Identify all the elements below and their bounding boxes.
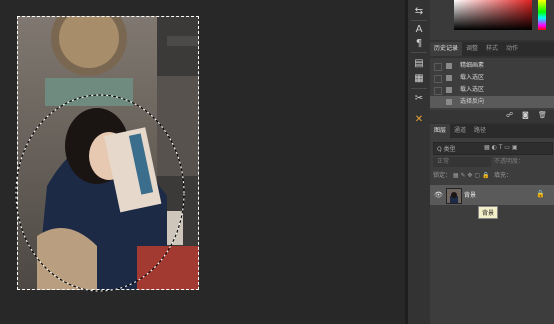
tab-styles[interactable]: 样式 xyxy=(482,42,502,56)
history-tabs: 历史记录 调整 样式 动作 xyxy=(430,42,554,56)
canvas-area[interactable] xyxy=(0,0,405,324)
history-checkbox[interactable] xyxy=(434,87,442,95)
layer-name[interactable]: 背景 xyxy=(464,190,476,199)
tab-actions[interactable]: 动作 xyxy=(502,42,522,56)
paragraph-icon[interactable]: ¶ xyxy=(412,36,426,50)
tab-history[interactable]: 历史记录 xyxy=(430,42,463,56)
tab-channels[interactable]: 通道 xyxy=(450,124,470,138)
tab-paths[interactable]: 路径 xyxy=(470,124,490,138)
history-list: 精细画素 载入选区 载入选区 选择反向 xyxy=(430,58,554,110)
photo-girl-with-book xyxy=(17,16,199,290)
adjust-icon[interactable]: ⇆ xyxy=(412,4,426,18)
tooltip: 背景 xyxy=(478,206,499,219)
history-step-icon xyxy=(446,99,452,105)
tab-layers[interactable]: 图层 xyxy=(430,124,451,138)
divider xyxy=(411,52,427,53)
history-item[interactable]: 载入选区 xyxy=(430,72,554,84)
history-checkbox[interactable] xyxy=(434,99,442,107)
lock-icon[interactable]: 🔒 xyxy=(536,190,545,198)
history-checkbox[interactable] xyxy=(434,63,442,71)
eye-icon[interactable]: 👁 xyxy=(434,191,443,199)
divider xyxy=(411,20,427,21)
history-step-icon xyxy=(446,75,452,81)
history-checkbox[interactable] xyxy=(434,75,442,83)
fill-label[interactable]: 填充： xyxy=(494,171,512,181)
hue-slider[interactable] xyxy=(538,0,546,30)
layer-filter[interactable]: Q 类型 ▦ ◐ T ▭ ▣ xyxy=(433,142,553,155)
panel-icon-strip: ⇆ A ¶ ▤ ▦ ✂ ✕ xyxy=(408,0,430,324)
snapshot-icon[interactable]: ☍ xyxy=(506,111,513,119)
history-item[interactable]: 精细画素 xyxy=(430,60,554,72)
camera-icon[interactable]: ◙ xyxy=(522,111,529,119)
layer-thumbnail xyxy=(446,188,462,204)
brush-settings-icon[interactable]: ✂ xyxy=(412,91,426,105)
history-label: 选择反向 xyxy=(460,98,485,105)
lock-label: 锁定： ▦ ✎ ✥ ▢ 🔒 xyxy=(433,172,490,179)
history-label: 精细画素 xyxy=(460,62,485,69)
history-footer: ☍ ◙ 🗑 xyxy=(430,110,554,122)
history-step-icon xyxy=(446,87,452,93)
filter-icons[interactable]: ▦ ◐ T ▭ ▣ xyxy=(484,144,518,151)
properties-icon[interactable]: ▤ xyxy=(412,56,426,70)
history-step-icon xyxy=(446,63,452,69)
history-item[interactable]: 载入选区 xyxy=(430,84,554,96)
blend-mode-select[interactable]: 正常 xyxy=(433,157,491,167)
opacity-label[interactable]: 不透明度： xyxy=(494,157,524,167)
history-item-selected[interactable]: 选择反向 xyxy=(430,96,554,108)
layers-tabs: 图层 通道 路径 xyxy=(430,124,554,138)
right-panels: 历史记录 调整 样式 动作 精细画素 载入选区 载入选区 选择反向 ☍ ◙ 🗑 xyxy=(430,0,554,324)
color-panel xyxy=(430,0,554,40)
color-picker-field[interactable] xyxy=(454,0,532,30)
divider xyxy=(411,88,427,89)
history-label: 载入选区 xyxy=(460,86,485,93)
layers-body: Q 类型 ▦ ◐ T ▭ ▣ 正常 不透明度： 锁定： ▦ ✎ ✥ ▢ 🔒 填充… xyxy=(430,138,554,324)
layer-row-background[interactable]: 👁 背景 🔒 xyxy=(430,185,554,205)
history-label: 载入选区 xyxy=(460,74,485,81)
tools-icon[interactable]: ✕ xyxy=(412,112,426,126)
filter-label: Q 类型 xyxy=(437,146,456,153)
trash-icon[interactable]: 🗑 xyxy=(538,111,547,119)
document-image[interactable] xyxy=(17,16,199,290)
notes-icon[interactable]: ▦ xyxy=(412,71,426,85)
text-icon[interactable]: A xyxy=(412,22,426,36)
tab-adjustments[interactable]: 调整 xyxy=(462,42,482,56)
